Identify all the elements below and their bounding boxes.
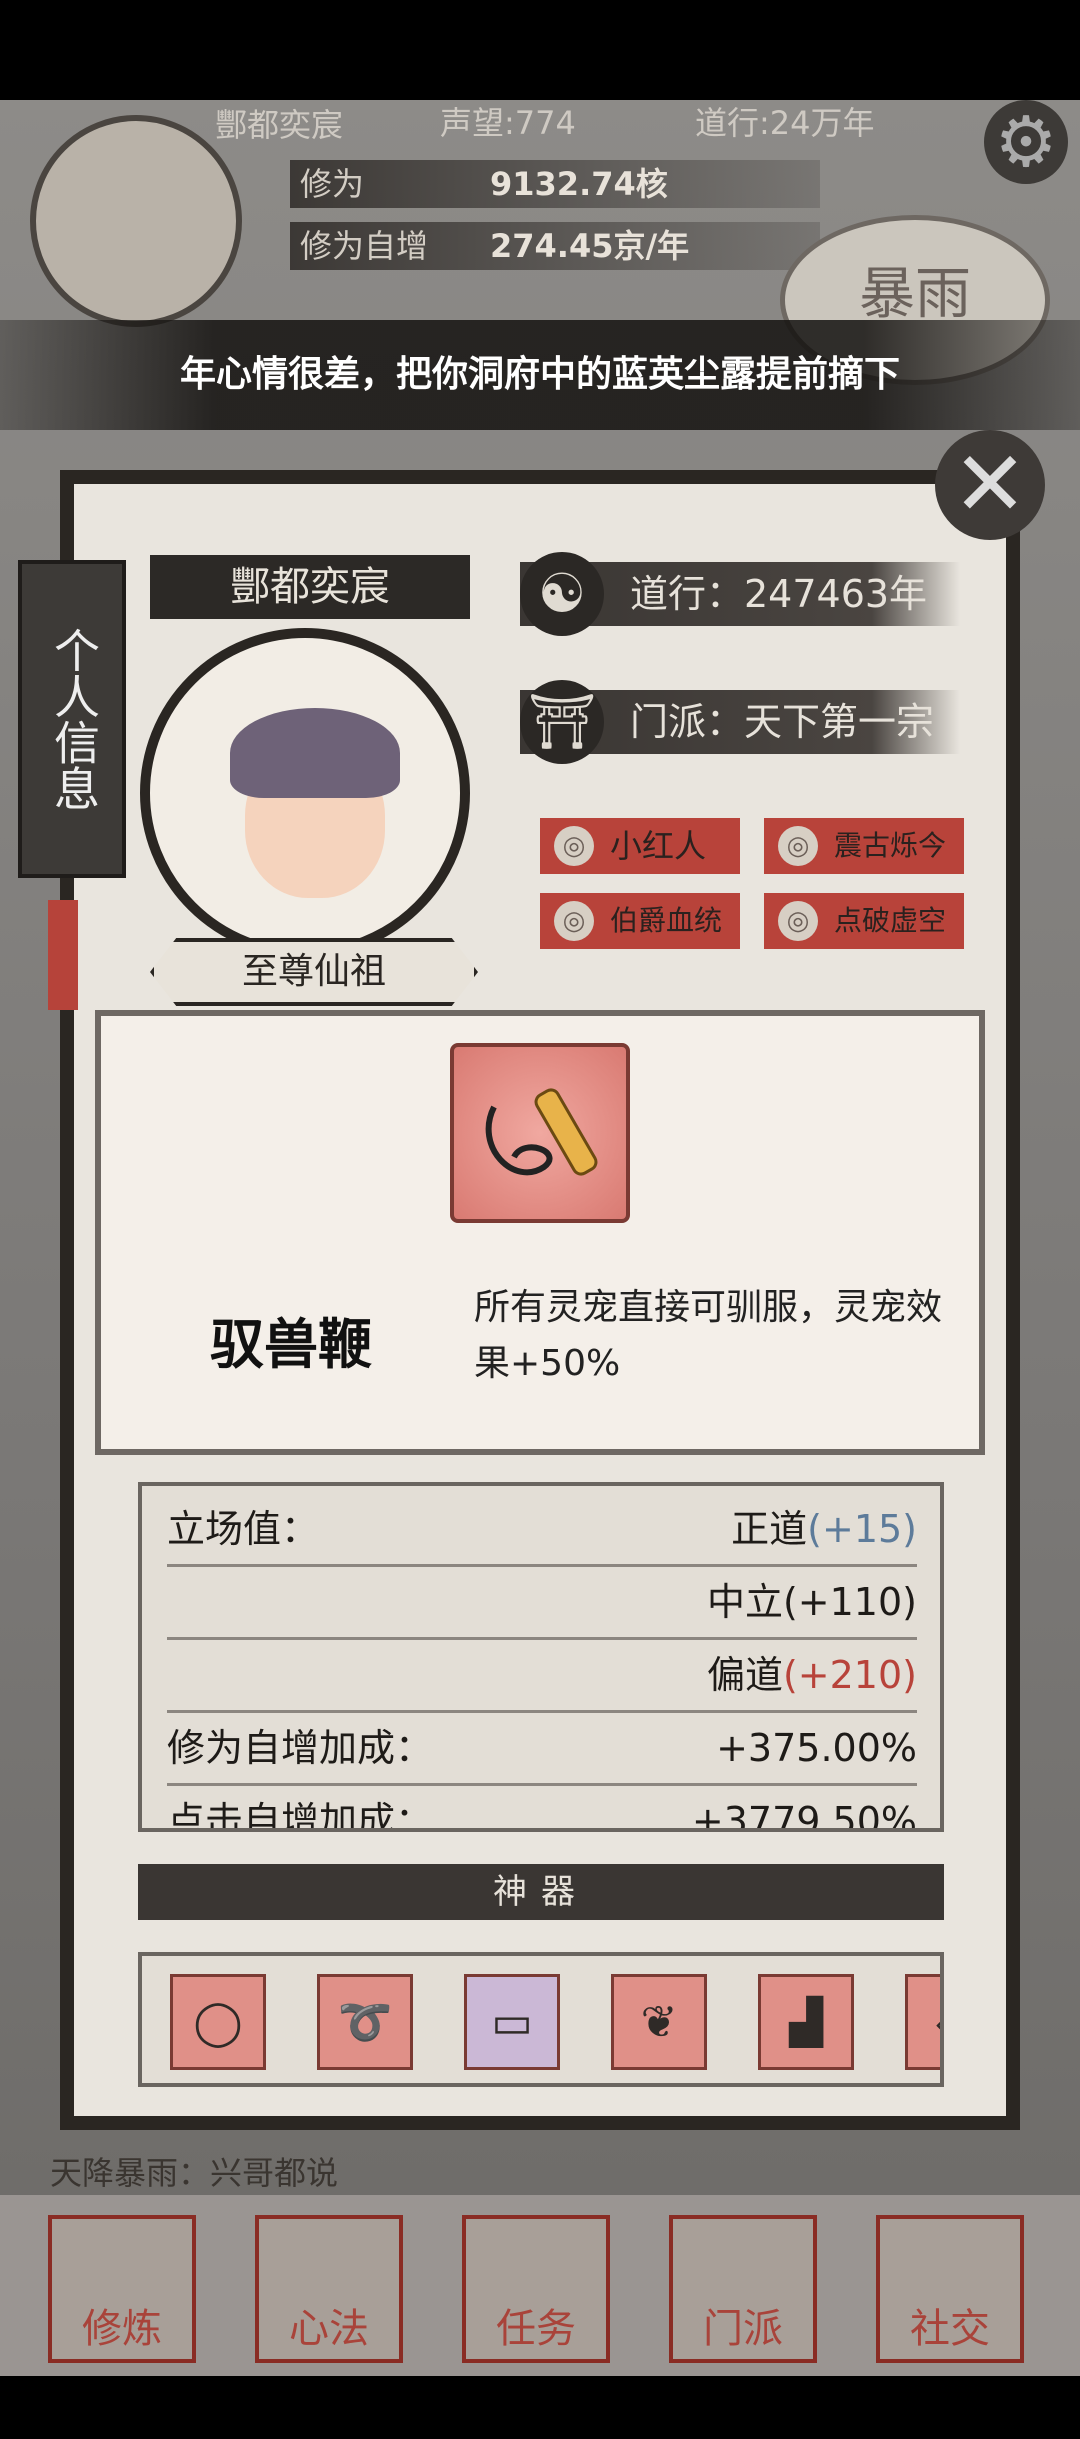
badge-4[interactable]: ◎ 点破虚空	[764, 893, 964, 949]
leaf-icon[interactable]: ❦	[611, 1974, 707, 2070]
hud-cultivation-label: 修为	[300, 165, 365, 203]
profile-title: 至尊仙祖	[150, 938, 478, 1006]
stat-value-main: 偏道	[706, 1653, 783, 1697]
badge-label: 点破虚空	[834, 904, 947, 937]
badge-bag-icon: ◎	[554, 901, 594, 941]
profile-name: 酆都奕宸	[150, 555, 470, 619]
player-avatar[interactable]	[30, 115, 242, 327]
stat-value-suffix: (+210)	[782, 1653, 917, 1697]
nav-quest[interactable]: 任务	[462, 2215, 610, 2363]
badge-bag-icon: ◎	[778, 826, 818, 866]
whip-icon[interactable]: ➰	[317, 1974, 413, 2070]
tab-personal-info[interactable]: 个人信息	[18, 560, 126, 878]
nav-sect[interactable]: 门派	[669, 2215, 817, 2363]
taiji-icon: ☯	[520, 552, 604, 636]
hud-daoxing: 道行:24万年	[695, 104, 875, 142]
stat-value: 偏道(+210)	[707, 1640, 917, 1710]
event-log-text: 天降暴雨：兴哥都说	[50, 2154, 339, 2192]
badge-3[interactable]: ◎ 伯爵血统	[540, 893, 740, 949]
gear-icon[interactable]: ⚙	[984, 100, 1068, 184]
stat-label: 修为自增加成：	[167, 1726, 434, 1770]
stat-value: 中立(+110)	[706, 1580, 917, 1624]
portrait-turban	[230, 708, 400, 798]
nav-social[interactable]: 社交	[876, 2215, 1024, 2363]
stat-value-main: 正道	[731, 1507, 808, 1551]
badge-bag-icon: ◎	[554, 826, 594, 866]
stat-value-suffix: (+15)	[807, 1507, 917, 1551]
nav-cultivate[interactable]: 修炼	[48, 2215, 196, 2363]
hud-cultivation-value: 9132.74核	[490, 165, 668, 203]
bracelet-icon[interactable]: ◯	[170, 1974, 266, 2070]
event-notice: 年心情很差，把你洞府中的蓝英尘露提前摘下	[0, 320, 1080, 430]
badge-1[interactable]: ◎ 小红人	[540, 818, 740, 874]
hud-growth-row: 修为自增 274.45京/年	[290, 222, 820, 270]
stat-row: 修为自增加成： +375.00%	[167, 1713, 917, 1786]
hud-reputation: 声望:774	[440, 104, 576, 142]
badge-2[interactable]: ◎ 震古烁今	[764, 818, 964, 874]
scroll-icon[interactable]: ▭	[464, 1974, 560, 2070]
stat-label: 立场值：	[167, 1507, 320, 1551]
stat-row: 偏道(+210)	[167, 1640, 917, 1713]
stat-value: +375.00%	[716, 1726, 917, 1770]
jade-icon[interactable]: ◈	[905, 1974, 940, 2070]
close-icon[interactable]: ✕	[935, 430, 1045, 540]
hud-cultivation-row: 修为 9132.74核	[290, 160, 820, 208]
badge-label: 震古烁今	[834, 829, 947, 862]
stats-panel[interactable]: 立场值： 正道(+15) 中立(+110) 偏道(+210) 修为自增加成： +…	[138, 1482, 944, 1832]
artifact-header: 神器	[138, 1864, 944, 1920]
profile-portrait	[140, 628, 470, 958]
whip-icon	[450, 1043, 630, 1223]
boot-icon[interactable]: ▟	[758, 1974, 854, 2070]
item-description: 所有灵宠直接可驯服，灵宠效果+50%	[474, 1287, 943, 1384]
stat-value: 正道(+15)	[731, 1494, 917, 1564]
artifact-slots[interactable]: ◯ ➰ ▭ ❦ ▟ ◈	[138, 1952, 944, 2087]
badge-bag-icon: ◎	[778, 901, 818, 941]
badge-label: 伯爵血统	[610, 904, 723, 937]
hud-growth-label: 修为自增	[300, 227, 429, 265]
stat-value: +3779.50%	[691, 1799, 917, 1832]
nav-technique[interactable]: 心法	[255, 2215, 403, 2363]
stat-row: 中立(+110)	[167, 1567, 917, 1640]
tassel-decoration	[48, 900, 78, 1010]
stat-row: 立场值： 正道(+15)	[167, 1494, 917, 1567]
stat-row: 点击自增加成： +3779.50%	[167, 1786, 917, 1832]
item-name: 驭兽鞭	[210, 1313, 372, 1376]
hud-player-name: 酆都奕宸	[215, 106, 344, 144]
status-bar	[0, 0, 1080, 100]
badge-label: 小红人	[610, 827, 707, 865]
stat-label: 点击自增加成：	[167, 1799, 434, 1832]
hud-growth-value: 274.45京/年	[490, 227, 690, 265]
temple-icon: ⛩	[520, 680, 604, 764]
